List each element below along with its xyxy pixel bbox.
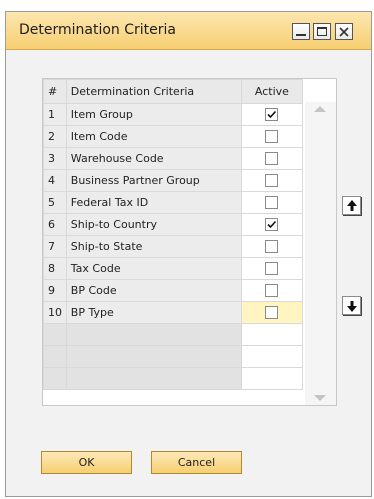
active-cell: [240, 147, 304, 170]
move-down-button[interactable]: [342, 296, 361, 315]
active-checkbox[interactable]: [265, 240, 279, 254]
table-row[interactable]: 8 Tax Code: [43, 257, 304, 280]
determination-criteria-window: Determination Criteria # Determination C…: [5, 11, 372, 497]
active-checkbox[interactable]: [265, 130, 279, 144]
row-number: 3: [43, 147, 67, 170]
row-number: 6: [43, 213, 67, 236]
empty-cell: [43, 367, 67, 390]
active-cell: [240, 191, 304, 214]
table-row[interactable]: 2 Item Code: [43, 125, 304, 148]
column-header-num[interactable]: #: [43, 79, 67, 104]
active-cell: [240, 301, 304, 324]
active-checkbox[interactable]: [265, 218, 279, 232]
active-cell: [240, 125, 304, 148]
table-row[interactable]: 3 Warehouse Code: [43, 147, 304, 170]
checkmark-icon: [267, 111, 277, 119]
empty-cell: [240, 323, 304, 346]
maximize-icon[interactable]: [313, 23, 331, 40]
criteria-name: BP Type: [65, 301, 242, 324]
row-number: 10: [43, 301, 67, 324]
active-checkbox[interactable]: [265, 108, 279, 122]
row-number: 5: [43, 191, 67, 214]
arrow-down-icon: [347, 301, 357, 312]
column-header-active[interactable]: Active: [240, 79, 304, 104]
criteria-table: # Determination Criteria Active 1 Item Gr…: [43, 79, 304, 390]
scroll-down-icon[interactable]: [314, 395, 326, 401]
active-checkbox[interactable]: [265, 284, 279, 298]
active-checkbox[interactable]: [265, 262, 279, 276]
criteria-name: Business Partner Group: [65, 169, 242, 192]
row-number: 2: [43, 125, 67, 148]
empty-cell: [65, 323, 242, 346]
active-checkbox[interactable]: [265, 152, 279, 166]
scroll-up-icon[interactable]: [314, 106, 326, 112]
row-number: 9: [43, 279, 67, 302]
empty-cell: [43, 345, 67, 368]
close-icon[interactable]: [335, 23, 353, 40]
table-row[interactable]: 1 Item Group: [43, 103, 304, 126]
active-checkbox[interactable]: [265, 174, 279, 188]
criteria-name: Tax Code: [65, 257, 242, 280]
active-cell: [240, 169, 304, 192]
table-row[interactable]: 7 Ship-to State: [43, 235, 304, 258]
row-number: 7: [43, 235, 67, 258]
empty-cell: [43, 323, 67, 346]
active-cell: [240, 257, 304, 280]
table-row[interactable]: 5 Federal Tax ID: [43, 191, 304, 214]
row-number: 8: [43, 257, 67, 280]
table-row[interactable]: 9 BP Code: [43, 279, 304, 302]
ok-button[interactable]: OK: [41, 451, 132, 474]
active-checkbox[interactable]: [265, 306, 279, 320]
cancel-button[interactable]: Cancel: [151, 451, 242, 474]
empty-cell: [240, 345, 304, 368]
column-header-criteria[interactable]: Determination Criteria: [65, 79, 242, 104]
criteria-name: Federal Tax ID: [65, 191, 242, 214]
criteria-grid: # Determination Criteria Active 1 Item Gr…: [42, 78, 337, 406]
active-cell: [240, 213, 304, 236]
row-number: 4: [43, 169, 67, 192]
minimize-icon[interactable]: [292, 23, 310, 40]
empty-row: [43, 367, 304, 390]
criteria-name: Item Group: [65, 103, 242, 126]
active-cell: [240, 235, 304, 258]
criteria-name: Ship-to State: [65, 235, 242, 258]
table-row[interactable]: 6 Ship-to Country: [43, 213, 304, 236]
criteria-name: BP Code: [65, 279, 242, 302]
empty-cell: [65, 367, 242, 390]
empty-row: [43, 323, 304, 346]
move-up-button[interactable]: [342, 196, 361, 215]
row-number: 1: [43, 103, 67, 126]
table-row[interactable]: 4 Business Partner Group: [43, 169, 304, 192]
active-cell: [240, 103, 304, 126]
arrow-up-icon: [347, 200, 357, 211]
criteria-name: Item Code: [65, 125, 242, 148]
table-row[interactable]: 10 BP Type: [43, 301, 304, 324]
window-title: Determination Criteria: [19, 22, 177, 38]
criteria-name: Ship-to Country: [65, 213, 242, 236]
active-checkbox[interactable]: [265, 196, 279, 210]
criteria-name: Warehouse Code: [65, 147, 242, 170]
title-bar: Determination Criteria: [6, 12, 371, 50]
empty-cell: [240, 367, 304, 390]
empty-cell: [65, 345, 242, 368]
table-header-row: # Determination Criteria Active: [43, 79, 304, 104]
empty-row: [43, 345, 304, 368]
grid-scrollbar[interactable]: [305, 102, 336, 405]
active-cell: [240, 279, 304, 302]
checkmark-icon: [267, 221, 277, 229]
